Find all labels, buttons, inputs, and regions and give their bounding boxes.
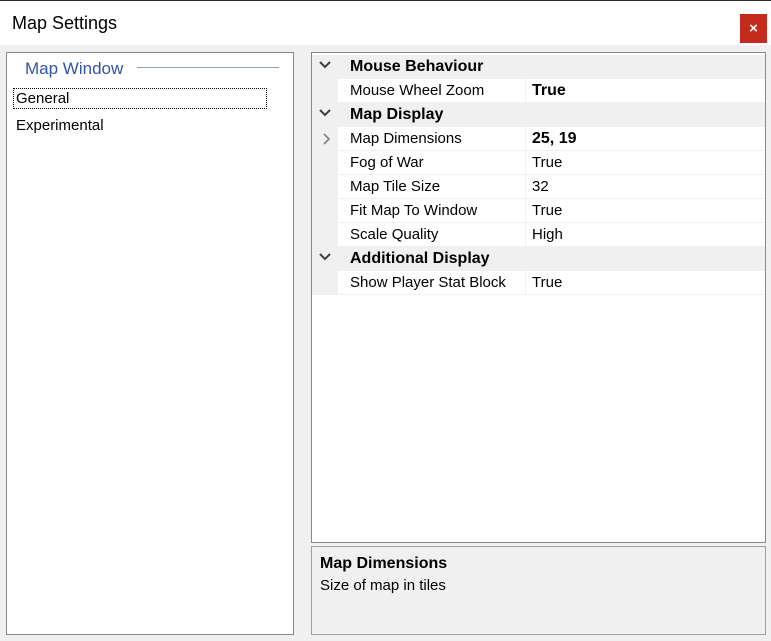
column-divider[interactable]: [525, 79, 526, 103]
group-title: Map Window: [25, 59, 130, 79]
property-name: Fit Map To Window: [350, 202, 478, 219]
property-value[interactable]: True: [532, 82, 566, 100]
category-label: Mouse Behaviour: [350, 58, 484, 75]
property-description-panel: Map Dimensions Size of map in tiles: [311, 546, 766, 635]
chevron-down-icon[interactable]: [318, 58, 332, 72]
property-grid: Mouse Behaviour Mouse Wheel Zoom True Ma…: [311, 52, 766, 543]
column-divider[interactable]: [525, 199, 526, 223]
row-gutter: [312, 79, 338, 103]
property-name: Fog of War: [350, 154, 424, 171]
row-gutter: [312, 271, 338, 295]
description-text: Size of map in tiles: [320, 577, 446, 594]
chevron-down-icon[interactable]: [318, 106, 332, 120]
row-gutter: [312, 175, 338, 199]
group-divider: [137, 67, 279, 68]
row-gutter: [312, 223, 338, 247]
column-divider[interactable]: [525, 175, 526, 199]
close-icon: ×: [749, 20, 758, 37]
window-title: Map Settings: [12, 13, 118, 33]
category-map-display[interactable]: Map Display: [312, 103, 765, 127]
property-value[interactable]: 32: [532, 178, 549, 195]
column-divider[interactable]: [525, 223, 526, 247]
settings-tree-panel: Map Window General Experimental: [6, 52, 294, 635]
property-map-dimensions[interactable]: Map Dimensions 25, 19: [312, 127, 765, 151]
property-show-player-stat-block[interactable]: Show Player Stat Block True: [312, 271, 765, 295]
tree-item-experimental[interactable]: Experimental: [14, 116, 106, 135]
category-mouse-behaviour[interactable]: Mouse Behaviour: [312, 55, 765, 79]
chevron-down-icon[interactable]: [318, 250, 332, 264]
property-name: Map Tile Size: [350, 178, 441, 195]
property-scale-quality[interactable]: Scale Quality High: [312, 223, 765, 247]
property-value[interactable]: True: [532, 274, 562, 291]
property-name: Mouse Wheel Zoom: [350, 82, 485, 99]
row-gutter: [312, 151, 338, 175]
tree-item-general[interactable]: General: [13, 88, 267, 109]
property-value[interactable]: True: [532, 154, 562, 171]
property-name: Scale Quality: [350, 226, 439, 243]
property-fit-map-to-window[interactable]: Fit Map To Window True: [312, 199, 765, 223]
property-value[interactable]: High: [532, 226, 563, 243]
property-fog-of-war[interactable]: Fog of War True: [312, 151, 765, 175]
description-title: Map Dimensions: [320, 555, 448, 572]
row-gutter: [312, 199, 338, 223]
column-divider[interactable]: [525, 127, 526, 151]
property-name: Show Player Stat Block: [350, 274, 506, 291]
category-label: Map Display: [350, 106, 444, 123]
column-divider[interactable]: [525, 151, 526, 175]
property-value[interactable]: True: [532, 202, 562, 219]
chevron-right-icon[interactable]: [321, 132, 333, 146]
title-bar: Map Settings ×: [0, 1, 771, 45]
property-map-tile-size[interactable]: Map Tile Size 32: [312, 175, 765, 199]
property-mouse-wheel-zoom[interactable]: Mouse Wheel Zoom True: [312, 79, 765, 103]
column-divider[interactable]: [525, 271, 526, 295]
category-additional-display[interactable]: Additional Display: [312, 247, 765, 271]
property-value[interactable]: 25, 19: [532, 130, 576, 148]
property-name: Map Dimensions: [350, 130, 462, 147]
category-label: Additional Display: [350, 250, 490, 267]
close-button[interactable]: ×: [740, 14, 767, 43]
